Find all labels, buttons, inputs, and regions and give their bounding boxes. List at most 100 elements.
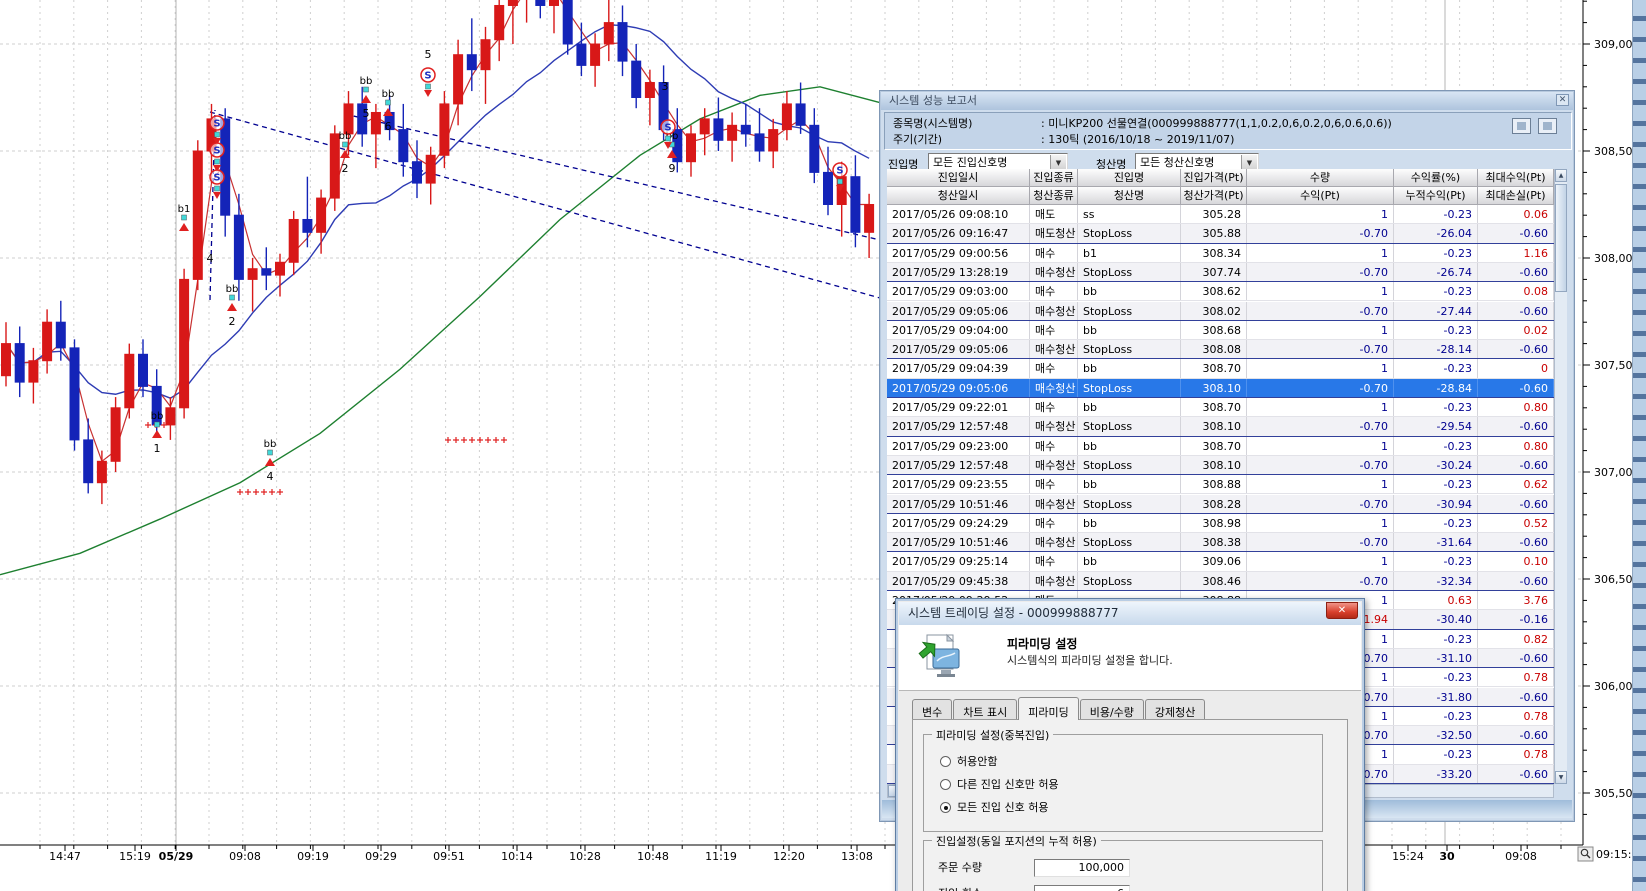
table-row[interactable]: 2017/05/29 09:05:06매수청산StopLoss308.10-0.… [887, 379, 1554, 398]
table-cell: -0.23 [1394, 745, 1478, 764]
table-cell: 1.16 [1478, 244, 1554, 263]
scroll-down-icon[interactable]: ▼ [1555, 771, 1567, 784]
table-cell: StopLoss [1078, 379, 1181, 398]
table-cell: 0.62 [1478, 475, 1554, 494]
radio-icon[interactable] [940, 756, 951, 767]
table-cell: 2017/05/29 10:51:46 [887, 495, 1030, 514]
scroll-up-icon[interactable]: ▲ [1555, 169, 1567, 182]
table-row[interactable]: 2017/05/29 10:51:46매수청산StopLoss308.28-0.… [887, 495, 1554, 514]
column-header[interactable]: 진입명 [1078, 169, 1181, 187]
table-row[interactable]: 2017/05/26 09:08:10매도ss305.281-0.230.06 [887, 205, 1554, 224]
column-header[interactable]: 수량 [1247, 169, 1394, 187]
table-row[interactable]: 2017/05/29 09:05:06매수청산StopLoss308.02-0.… [887, 302, 1554, 321]
tab-변수[interactable]: 변수 [912, 699, 952, 720]
report-close-icon[interactable]: ✕ [1556, 94, 1569, 106]
column-header[interactable]: 진입가격(Pt) [1181, 169, 1247, 187]
column-header[interactable]: 최대수익(Pt) [1478, 169, 1554, 187]
entry-filter-value: 모든 진입신호명 [933, 156, 1007, 169]
radio-icon[interactable] [940, 802, 951, 813]
table-row[interactable]: 2017/05/29 09:45:38매수청산StopLoss308.46-0.… [887, 572, 1554, 591]
dialog-close-icon[interactable]: ✕ [1326, 602, 1358, 619]
radio-option[interactable]: 다른 진입 신호만 허용 [940, 778, 1059, 792]
time-axis-label: 10:14 [501, 850, 533, 863]
time-axis-label: 09:19 [297, 850, 329, 863]
table-cell: 2017/05/29 09:04:00 [887, 321, 1030, 340]
column-header[interactable]: 청산가격(Pt) [1181, 187, 1247, 205]
table-cell: -0.70 [1247, 495, 1394, 514]
table-cell: 308.10 [1181, 417, 1247, 436]
table-vertical-scrollbar[interactable]: ▲ ▼ [1554, 169, 1567, 784]
column-header[interactable]: 누적수익(Pt) [1394, 187, 1478, 205]
time-axis-label: 15:19 [119, 850, 151, 863]
table-cell: 308.34 [1181, 244, 1247, 263]
time-axis-label: 15:24 [1392, 850, 1424, 863]
column-header[interactable]: 진입종류 [1030, 169, 1078, 187]
column-header[interactable]: 청산일시 [887, 187, 1030, 205]
dialog-titlebar[interactable]: 시스템 트레이딩 설정 - 000999888777 [899, 602, 1361, 625]
field-input[interactable]: 6 [1034, 885, 1130, 891]
table-cell: -0.23 [1394, 475, 1478, 494]
price-axis-label: 306,00 [1594, 680, 1633, 693]
tab-강제청산[interactable]: 강제청산 [1145, 699, 1205, 720]
table-cell: 0.08 [1478, 282, 1554, 301]
table-row[interactable]: 2017/05/29 13:28:19매수청산StopLoss307.74-0.… [887, 263, 1554, 282]
table-row[interactable]: 2017/05/29 09:22:01매수bb308.701-0.230.80 [887, 398, 1554, 417]
column-header[interactable]: 청산종류 [1030, 187, 1078, 205]
trading-settings-dialog: 시스템 트레이딩 설정 - 000999888777 ✕ 피라미딩 설정 시스템… [895, 598, 1365, 891]
column-header[interactable]: 수익(Pt) [1247, 187, 1394, 205]
radio-label: 허용안함 [957, 755, 997, 768]
table-row[interactable]: 2017/05/26 09:16:47매도청산StopLoss305.88-0.… [887, 224, 1554, 243]
save-icon[interactable] [1512, 118, 1531, 134]
table-cell: -0.23 [1394, 282, 1478, 301]
column-header[interactable]: 청산명 [1078, 187, 1181, 205]
table-row[interactable]: 2017/05/29 12:57:48매수청산StopLoss308.10-0.… [887, 456, 1554, 475]
radio-icon[interactable] [940, 779, 951, 790]
pyramiding-group-label: 피라미딩 설정(중복진입) [932, 727, 1053, 743]
table-cell: 0.06 [1478, 205, 1554, 224]
pyramiding-group: 피라미딩 설정(중복진입) 허용안함다른 진입 신호만 허용모든 진입 신호 허… [923, 734, 1323, 832]
radio-option[interactable]: 모든 진입 신호 허용 [940, 801, 1048, 815]
ma-slow-line [0, 87, 885, 575]
vscroll-thumb[interactable] [1555, 184, 1567, 292]
table-cell: -0.23 [1394, 707, 1478, 726]
field-input[interactable]: 100,000 [1034, 859, 1130, 877]
table-cell: -0.23 [1394, 514, 1478, 533]
print-icon[interactable] [1538, 118, 1557, 134]
table-row[interactable]: 2017/05/29 09:23:55매수bb308.881-0.230.62 [887, 475, 1554, 494]
table-cell: -0.16 [1478, 610, 1554, 629]
table-row[interactable]: 2017/05/29 09:03:00매수bb308.621-0.230.08 [887, 282, 1554, 301]
table-cell: -0.23 [1394, 630, 1478, 649]
tab-차트 표시[interactable]: 차트 표시 [953, 699, 1017, 720]
table-row[interactable]: 2017/05/29 09:25:14매수bb309.061-0.230.10 [887, 552, 1554, 571]
time-axis-label: 10:28 [569, 850, 601, 863]
candlestick-layer [2, 0, 874, 504]
right-marker-strip[interactable] [1632, 0, 1646, 891]
exit-filter-value: 모든 청산신호명 [1140, 156, 1214, 169]
svg-text:bb: bb [226, 284, 239, 295]
table-row[interactable]: 2017/05/29 12:57:48매수청산StopLoss308.10-0.… [887, 417, 1554, 436]
svg-text:bb: bb [360, 76, 373, 87]
table-row[interactable]: 2017/05/29 09:23:00매수bb308.701-0.230.80 [887, 437, 1554, 456]
column-header[interactable]: 진입일시 [887, 169, 1030, 187]
table-cell: 1 [1247, 437, 1394, 456]
table-row[interactable]: 2017/05/29 09:05:06매수청산StopLoss308.08-0.… [887, 340, 1554, 359]
tab-피라미딩[interactable]: 피라미딩 [1018, 697, 1078, 720]
table-row[interactable]: 2017/05/29 09:24:29매수bb308.981-0.230.52 [887, 514, 1554, 533]
table-row[interactable]: 2017/05/29 09:04:39매수bb308.701-0.230 [887, 359, 1554, 378]
table-row[interactable]: 2017/05/29 09:00:56매수b1308.341-0.231.16 [887, 244, 1554, 263]
table-row[interactable]: 2017/05/29 09:04:00매수bb308.681-0.230.02 [887, 321, 1554, 340]
table-cell: -0.23 [1394, 205, 1478, 224]
price-axis-label: 306,50 [1594, 573, 1633, 586]
table-cell: -31.64 [1394, 533, 1478, 552]
table-row[interactable]: 2017/05/29 10:51:46매수청산StopLoss308.38-0.… [887, 533, 1554, 552]
report-titlebar[interactable]: 시스템 성능 보고서 [881, 92, 1573, 110]
table-cell: 1 [1247, 552, 1394, 571]
column-header[interactable]: 수익률(%) [1394, 169, 1478, 187]
tab-비용/수량[interactable]: 비용/수량 [1080, 699, 1144, 720]
entry-settings-group: 진입설정(동일 포지션의 누적 허용) 주문 수량100,000진입 횟수6 [923, 840, 1323, 891]
dialog-header-title: 피라미딩 설정 [1007, 635, 1077, 652]
radio-option[interactable]: 허용안함 [940, 755, 997, 769]
column-header[interactable]: 최대손실(Pt) [1478, 187, 1554, 205]
field-label: 진입 횟수 [938, 887, 982, 891]
table-cell: -28.14 [1394, 340, 1478, 359]
